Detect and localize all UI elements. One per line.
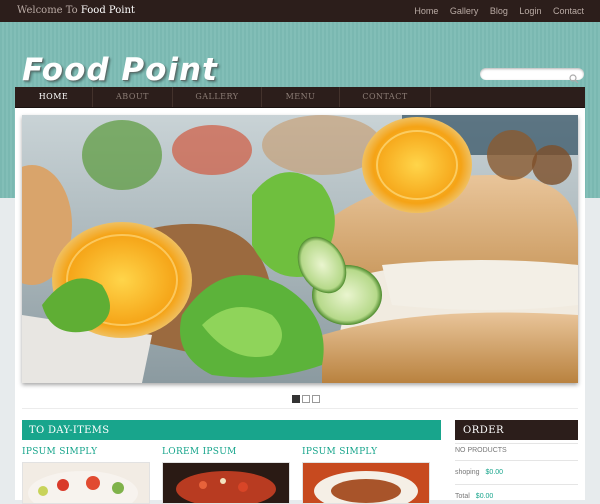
divider bbox=[22, 408, 578, 409]
top-bar: Welcome To Food Point Home Gallery Blog … bbox=[0, 0, 600, 22]
slider-image bbox=[22, 115, 578, 383]
item-title[interactable]: IPSUM SIMPLY bbox=[22, 447, 97, 457]
item-thumbnail[interactable] bbox=[162, 462, 290, 504]
top-link-contact[interactable]: Contact bbox=[553, 6, 584, 16]
item-title[interactable]: IPSUM SIMPLY bbox=[302, 447, 377, 457]
nav-item-menu[interactable]: MENU bbox=[262, 87, 340, 107]
search-icon[interactable] bbox=[569, 69, 579, 88]
top-link-login[interactable]: Login bbox=[519, 6, 541, 16]
slider-dot[interactable] bbox=[292, 395, 300, 403]
nav-item-home[interactable]: HOME bbox=[15, 87, 93, 107]
item-thumbnail[interactable] bbox=[22, 462, 150, 504]
shipping-value: $0.00 bbox=[485, 469, 504, 476]
main-nav: HOME ABOUT GALLERY MENU CONTACT bbox=[15, 87, 585, 108]
no-products-text: NO PRODUCTS bbox=[455, 447, 507, 454]
nav-item-gallery[interactable]: GALLERY bbox=[173, 87, 262, 107]
shipping-label: shoping bbox=[455, 469, 480, 476]
site-logo[interactable]: Food Point bbox=[22, 52, 218, 88]
slider-dot[interactable] bbox=[312, 395, 320, 403]
divider bbox=[455, 443, 578, 444]
item-thumbnail[interactable] bbox=[302, 462, 430, 504]
top-link-blog[interactable]: Blog bbox=[490, 6, 508, 16]
welcome-text: Welcome To Food Point bbox=[17, 5, 135, 16]
today-items-header: TO DAY-ITEMS bbox=[22, 420, 441, 440]
search-input[interactable] bbox=[486, 74, 570, 87]
slider-dot[interactable] bbox=[302, 395, 310, 403]
nav-item-contact[interactable]: CONTACT bbox=[340, 87, 431, 107]
total-row: Total $0.00 bbox=[455, 493, 493, 500]
total-value: $0.00 bbox=[475, 493, 494, 500]
welcome-prefix: Welcome To bbox=[17, 5, 78, 16]
welcome-brand: Food Point bbox=[80, 5, 135, 16]
total-label: Total bbox=[455, 493, 470, 500]
slider-dots bbox=[292, 388, 322, 407]
today-items-title: TO DAY-ITEMS bbox=[29, 425, 110, 436]
top-link-gallery[interactable]: Gallery bbox=[450, 6, 479, 16]
order-title: ORDER bbox=[463, 425, 505, 436]
search-box bbox=[480, 68, 584, 87]
order-header: ORDER bbox=[455, 420, 578, 440]
divider bbox=[455, 484, 578, 485]
divider bbox=[455, 460, 578, 461]
top-link-home[interactable]: Home bbox=[414, 6, 438, 16]
item-title[interactable]: LOREM IPSUM bbox=[162, 447, 237, 457]
shipping-row: shoping $0.00 bbox=[455, 469, 503, 476]
nav-item-about[interactable]: ABOUT bbox=[93, 87, 173, 107]
top-links: Home Gallery Blog Login Contact bbox=[405, 6, 584, 16]
